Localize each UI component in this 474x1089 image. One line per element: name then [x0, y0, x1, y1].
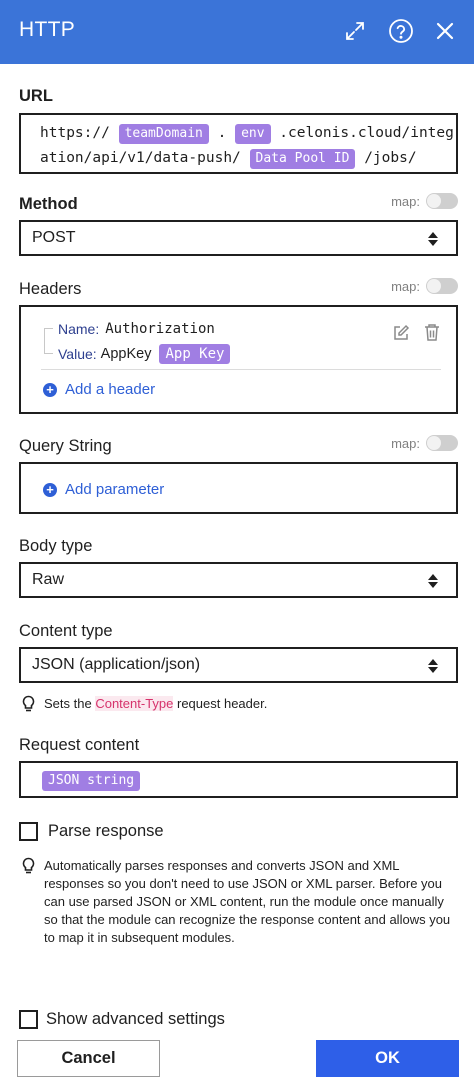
lightbulb-icon: [21, 857, 36, 947]
header-value-text[interactable]: AppKey: [101, 346, 152, 362]
modal-title: HTTP: [19, 18, 76, 41]
item-bracket: [44, 328, 53, 354]
parse-response-hint-text: Automatically parses responses and conve…: [44, 858, 451, 945]
url-text: /jobs/: [364, 150, 417, 166]
parse-response-checkbox[interactable]: [19, 822, 38, 841]
sort-arrows-icon: [427, 658, 439, 679]
help-icon[interactable]: [386, 16, 416, 46]
method-label: Method: [19, 195, 78, 213]
sort-arrows-icon: [427, 573, 439, 594]
add-parameter-label: Add parameter: [65, 481, 165, 498]
toggle-switch[interactable]: [426, 278, 458, 294]
header-value-row: Value: AppKey App Key: [58, 344, 231, 364]
content-type-value: JSON (application/json): [32, 656, 201, 673]
url-text: https://: [40, 125, 110, 141]
headers-box: Name: Authorization Value: AppKey App Ke…: [19, 305, 458, 414]
header-name-row: Name: Authorization: [58, 321, 215, 337]
header-name-label: Name:: [58, 321, 100, 337]
toggle-switch[interactable]: [426, 193, 458, 209]
hint-text-after: request header.: [177, 696, 268, 711]
method-select[interactable]: POST: [19, 220, 458, 256]
url-input[interactable]: https:// teamDomain . env .celonis.cloud…: [19, 113, 458, 174]
body-type-label: Body type: [19, 537, 93, 555]
url-text: .: [217, 125, 227, 141]
headers-map-toggle[interactable]: map:: [391, 278, 458, 294]
header-value-label: Value:: [58, 346, 97, 362]
method-value: POST: [32, 229, 76, 246]
content-type-highlight: Content-Type: [95, 696, 174, 711]
advanced-settings-checkbox[interactable]: [19, 1010, 38, 1029]
method-map-toggle[interactable]: map:: [391, 193, 458, 209]
map-label: map:: [391, 193, 420, 209]
hint-text-before: Sets the: [44, 696, 92, 711]
map-label: map:: [391, 435, 420, 451]
query-map-toggle[interactable]: map:: [391, 435, 458, 451]
close-icon[interactable]: [430, 16, 460, 46]
header-value-pill[interactable]: App Key: [159, 344, 231, 364]
advanced-settings-label: Show advanced settings: [46, 1010, 225, 1028]
hint-text: Sets the Content-Type request header.: [44, 695, 267, 718]
modal-header: HTTP: [0, 0, 474, 64]
parse-response-label: Parse response: [48, 822, 164, 840]
plus-circle-icon: +: [43, 482, 57, 497]
url-line-2: ation/api/v1/data-push/ Data Pool ID /jo…: [40, 146, 456, 171]
url-pill-env[interactable]: env: [235, 124, 271, 144]
lightbulb-icon: [21, 695, 36, 718]
parse-response-hint: Automatically parses responses and conve…: [21, 857, 461, 947]
query-string-box: + Add parameter: [19, 462, 458, 514]
add-header-label: Add a header: [65, 381, 156, 398]
url-text: ation/api/v1/data-push/: [40, 150, 241, 166]
add-header-button[interactable]: + Add a header: [43, 381, 155, 398]
content-type-hint: Sets the Content-Type request header.: [21, 695, 267, 718]
trash-icon[interactable]: [424, 323, 440, 347]
json-string-pill[interactable]: JSON string: [42, 771, 141, 791]
cancel-button[interactable]: Cancel: [17, 1040, 160, 1077]
query-string-label: Query String: [19, 437, 112, 455]
map-label: map:: [391, 278, 420, 294]
toggle-switch[interactable]: [426, 435, 458, 451]
header-name-value[interactable]: Authorization: [105, 321, 215, 337]
content-type-label: Content type: [19, 622, 113, 640]
expand-icon[interactable]: [340, 16, 370, 46]
url-text: .celonis.cloud/integr: [279, 125, 458, 141]
url-pill-data-pool-id[interactable]: Data Pool ID: [249, 149, 356, 169]
divider: [41, 369, 441, 370]
edit-icon[interactable]: [392, 324, 410, 347]
ok-button[interactable]: OK: [316, 1040, 459, 1077]
url-pill-team-domain[interactable]: teamDomain: [118, 124, 209, 144]
content-type-select[interactable]: JSON (application/json): [19, 647, 458, 683]
sort-arrows-icon: [427, 231, 439, 252]
url-line-1: https:// teamDomain . env .celonis.cloud…: [40, 121, 456, 146]
request-content-label: Request content: [19, 736, 140, 754]
add-parameter-button[interactable]: + Add parameter: [43, 481, 164, 498]
body-type-value: Raw: [32, 571, 65, 588]
request-content-input[interactable]: JSON string: [19, 761, 458, 798]
plus-circle-icon: +: [43, 382, 57, 397]
body-type-select[interactable]: Raw: [19, 562, 458, 598]
url-label: URL: [19, 87, 53, 105]
headers-label: Headers: [19, 280, 82, 298]
